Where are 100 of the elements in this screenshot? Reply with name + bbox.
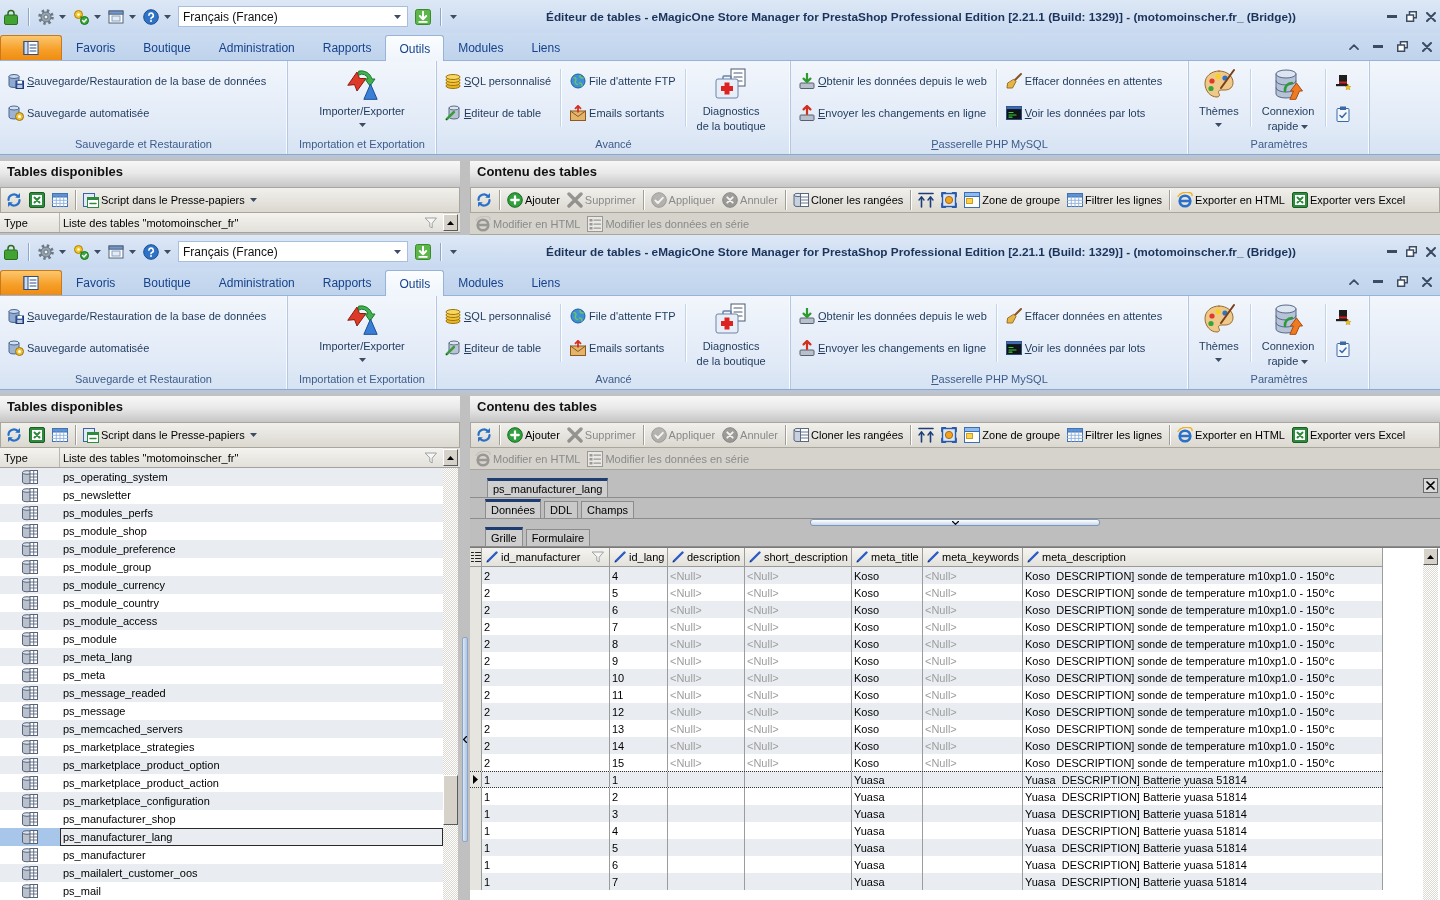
list-row[interactable]: ps_meta (0, 666, 443, 684)
ribbon-button[interactable]: Voir les données par lots (1002, 337, 1166, 359)
list-row[interactable]: ps_module (0, 630, 443, 648)
scroll-up-button[interactable] (1423, 548, 1438, 565)
download-icon[interactable] (415, 243, 431, 260)
refresh-icon[interactable] (476, 427, 492, 443)
ribbon-tab[interactable]: Liens (517, 35, 575, 60)
restore-icon[interactable] (1406, 246, 1417, 257)
ribbon-button[interactable]: Diagnostics de la boutique (691, 296, 771, 369)
list-row[interactable]: ps_meta_lang (0, 648, 443, 666)
grid-icon[interactable] (52, 427, 68, 443)
collapse-bar[interactable] (810, 519, 1100, 526)
gear-icon[interactable] (38, 8, 54, 25)
caret-icon[interactable] (450, 249, 457, 254)
column-header[interactable]: meta_keywords (942, 551, 1020, 563)
ribbon-button[interactable]: Sauvegarde/Restauration de la base de données (5, 70, 270, 92)
caret-icon[interactable] (164, 14, 171, 19)
ribbon-button[interactable]: Voir les données par lots (1002, 102, 1166, 124)
ribbon-tab[interactable]: Boutique (129, 270, 205, 295)
ribbon-tab[interactable]: Favoris (62, 270, 130, 295)
row-selector[interactable] (470, 772, 482, 787)
caret-icon[interactable] (129, 14, 136, 19)
list-row[interactable]: ps_marketplace_product_option (0, 756, 443, 774)
list-row[interactable]: ps_memcached_servers (0, 720, 443, 738)
toolbar-button[interactable]: Exporter vers Excel (1288, 424, 1409, 446)
caret-icon[interactable] (94, 14, 101, 19)
toolbar-button[interactable]: Script dans le Presse-papiers (80, 424, 260, 446)
ribbon-tab[interactable]: Rapports (308, 270, 386, 295)
close-button[interactable] (1423, 478, 1438, 493)
column-header[interactable]: short_description (764, 551, 848, 563)
mode-tab[interactable]: Formulaire (525, 529, 591, 546)
list-row[interactable]: ps_newsletter (0, 486, 443, 504)
clipboard-icon[interactable] (1335, 106, 1352, 122)
column-header[interactable]: meta_description (1042, 551, 1126, 563)
clipboard-icon[interactable] (1335, 341, 1352, 357)
ribbon-tab[interactable]: Modules (444, 270, 518, 295)
list-row[interactable]: ps_modules_perfs (0, 504, 443, 522)
refresh-icon[interactable] (6, 192, 22, 208)
grid-row[interactable]: 2 8 <Null> <Null> Koso <Null> Koso DESCRIPTION] sonde de temperature m10xp1.0 - 150°c (470, 635, 1383, 652)
ribbon-button[interactable]: Emails sortants (567, 337, 679, 359)
chevron-up-icon[interactable] (1349, 43, 1359, 50)
language-dropdown[interactable]: Français (France) (178, 6, 408, 27)
ribbon-button[interactable]: Importer/Exporter (314, 61, 410, 127)
ribbon-button[interactable]: Emails sortants (567, 102, 679, 124)
list-row[interactable]: ps_module_currency (0, 576, 443, 594)
list-row[interactable]: ps_manufacturer_lang (0, 828, 443, 846)
toolbar-button[interactable]: Cloner les rangées (790, 424, 907, 446)
list-row[interactable]: ps_manufacturer (0, 846, 443, 864)
splitter-handle[interactable] (462, 637, 468, 842)
ribbon-button[interactable]: File d'attente FTP (567, 305, 679, 327)
ribbon-button[interactable]: Sauvegarde automatisée (5, 337, 270, 359)
ribbon-button[interactable]: Sauvegarde automatisée (5, 102, 270, 124)
window-icon[interactable] (108, 8, 124, 25)
grid-row[interactable]: 2 14 <Null> <Null> Koso <Null> Koso DESCRIPTION] sonde de temperature m10xp1.0 - 150°c (470, 737, 1383, 754)
scroll-thumb[interactable] (443, 775, 458, 825)
mode-tab[interactable]: Grille (485, 527, 523, 546)
grid-row[interactable]: 2 12 <Null> <Null> Koso <Null> Koso DESCRIPTION] sonde de temperature m10xp1.0 - 150°c (470, 703, 1383, 720)
restore-icon[interactable] (1397, 41, 1408, 52)
language-dropdown[interactable]: Français (France) (178, 241, 408, 262)
toolbar-button[interactable]: Filtrer les lignes (1064, 424, 1166, 446)
list-row[interactable]: ps_marketplace_strategies (0, 738, 443, 756)
scroll-up-button[interactable] (443, 449, 458, 466)
list-row[interactable]: ps_module_group (0, 558, 443, 576)
grid-row[interactable]: 1 1 Yuasa Yuasa DESCRIPTION] Batterie yuasa 51814 (470, 771, 1383, 788)
list-row[interactable]: ps_message (0, 702, 443, 720)
list-row[interactable]: ps_module_shop (0, 522, 443, 540)
ribbon-button[interactable]: SQL personnalisé (442, 305, 555, 327)
grid-icon[interactable] (52, 192, 68, 208)
list-row[interactable]: ps_module_preference (0, 540, 443, 558)
refresh-icon[interactable] (476, 192, 492, 208)
ribbon-button[interactable]: Importer/Exporter (314, 296, 410, 362)
close-icon[interactable] (1426, 11, 1436, 22)
list-row[interactable]: ps_manufacturer_shop (0, 810, 443, 828)
ribbon-button[interactable]: Envoyer les changements en ligne (796, 337, 990, 359)
chevron-up-icon[interactable] (1349, 278, 1359, 285)
column-header[interactable]: Liste des tables "motomoinscher_fr" (63, 216, 239, 229)
view-tab[interactable]: Champs (581, 501, 635, 518)
view-tab[interactable]: Données (485, 499, 542, 518)
framed-circle-icon[interactable] (941, 427, 958, 443)
ribbon-button[interactable]: Thèmes (1194, 296, 1244, 362)
check-badge-icon[interactable] (73, 8, 89, 25)
check-badge-icon[interactable] (73, 243, 89, 260)
grid-row[interactable]: 2 10 <Null> <Null> Koso <Null> Koso DESCRIPTION] sonde de temperature m10xp1.0 - 150°c (470, 669, 1383, 686)
ribbon-tab[interactable]: Liens (517, 270, 575, 295)
list-icon[interactable] (470, 551, 481, 563)
window-icon[interactable] (108, 243, 124, 260)
ribbon-tab[interactable]: Outils (385, 35, 445, 61)
caret-icon[interactable] (450, 14, 457, 19)
grid-row[interactable]: 1 7 Yuasa Yuasa DESCRIPTION] Batterie yuasa 51814 (470, 873, 1383, 890)
ribbon-button[interactable]: Editeur de table (442, 102, 555, 124)
ribbon-button[interactable]: Connexion rapide (1256, 61, 1320, 134)
grid-row[interactable]: 2 4 <Null> <Null> Koso <Null> Koso DESCRIPTION] sonde de temperature m10xp1.0 - 150°c (470, 567, 1383, 584)
restore-icon[interactable] (1406, 11, 1417, 22)
list-row[interactable]: ps_module_access (0, 612, 443, 630)
column-header[interactable]: id_manufacturer (501, 551, 581, 563)
download-icon[interactable] (415, 8, 431, 25)
toolbar-button[interactable]: Filtrer les lignes (1064, 189, 1166, 211)
document-tab[interactable]: ps_manufacturer_lang (487, 478, 609, 497)
app-menu-button[interactable] (0, 35, 62, 60)
app-menu-button[interactable] (0, 270, 62, 295)
